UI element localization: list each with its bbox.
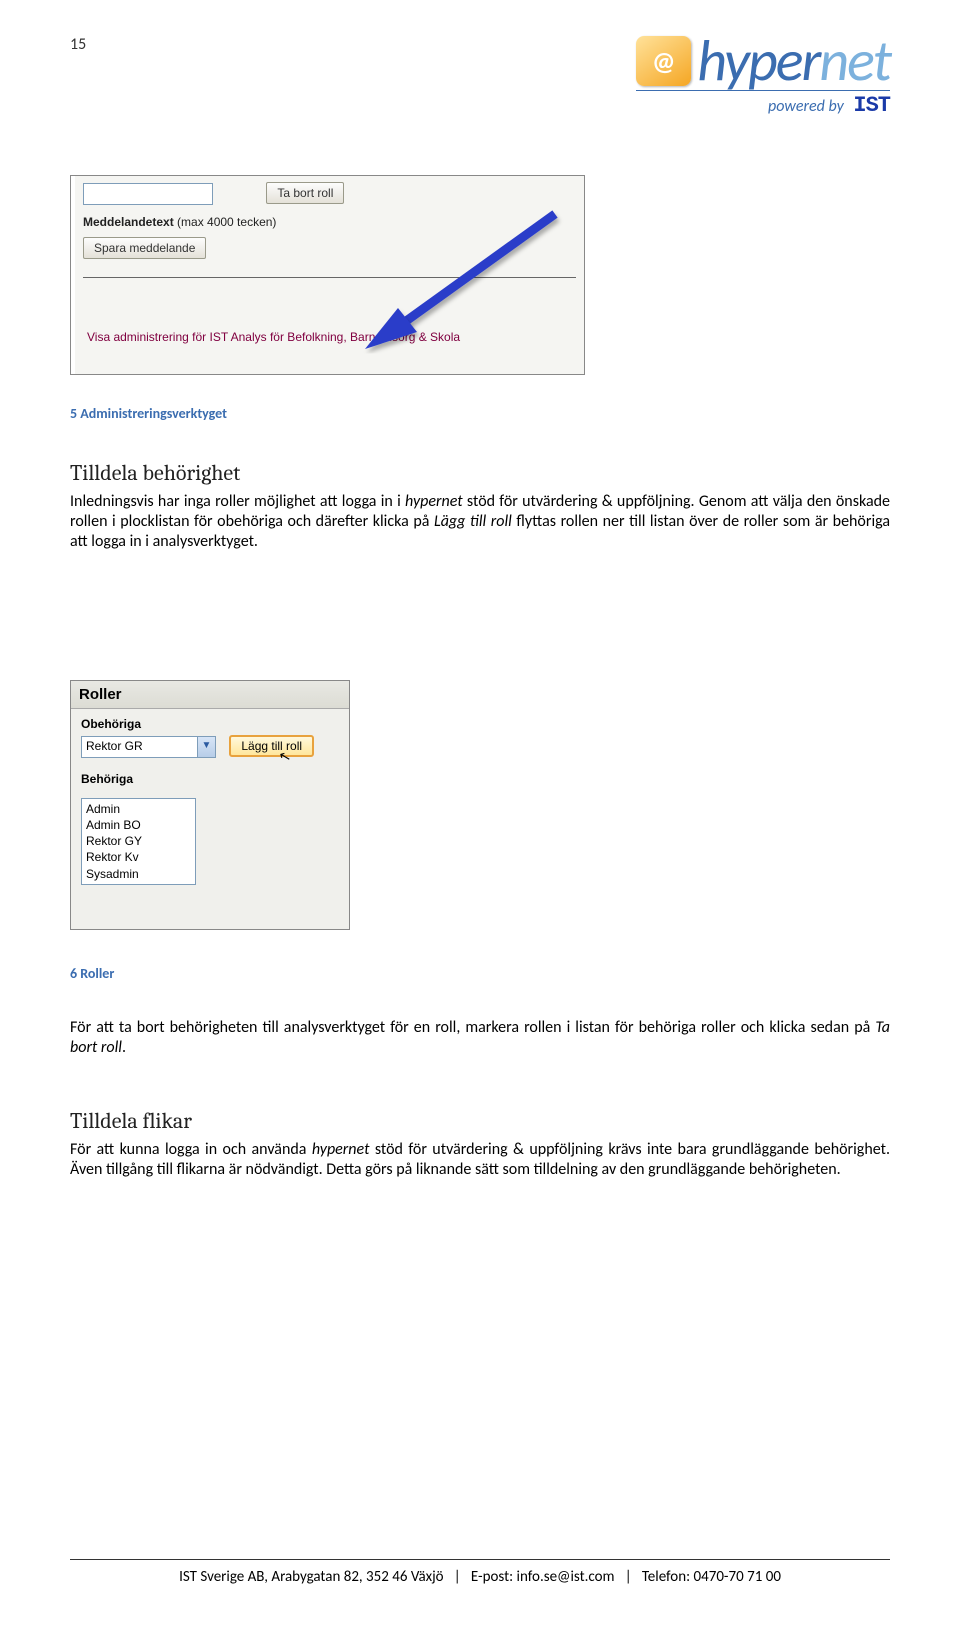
logo-suffix: net — [819, 25, 890, 96]
behoriga-label: Behöriga — [81, 772, 339, 786]
add-role-label: Lägg till roll — [241, 739, 302, 753]
remove-role-button[interactable]: Ta bort roll — [266, 182, 344, 204]
heading-flikar: Tilldela flikar — [70, 1108, 890, 1134]
p2-part1: För att ta bort behörigheten till analys… — [70, 1018, 875, 1037]
footer-email-label: E-post: — [471, 1568, 513, 1586]
role-select[interactable]: Rektor GR ▼ — [81, 736, 216, 758]
section-tilldela-flikar: Tilldela flikar För att kunna logga in o… — [70, 1108, 890, 1180]
screenshot-admin-tool: Ta bort roll Meddelandetext (max 4000 te… — [70, 175, 585, 375]
logo-at-icon: @ — [636, 36, 691, 86]
heading-behorighet: Tilldela behörighet — [70, 460, 890, 486]
role-select-value: Rektor GR — [86, 739, 143, 753]
screenshot-roller: Roller Obehöriga Rektor GR ▼ Lägg till r… — [70, 680, 350, 930]
footer-email: info.se@ist.com — [517, 1568, 615, 1586]
list-item[interactable]: Admin BO — [86, 817, 191, 833]
p1-part1: Inledningsvis har inga roller möjlighet … — [70, 492, 405, 511]
message-sub: (max 4000 tecken) — [177, 215, 276, 229]
paragraph-1: Inledningsvis har inga roller möjlighet … — [70, 492, 890, 552]
pointer-arrow-icon — [345, 214, 565, 364]
caption-6: 6 Roller — [70, 965, 114, 982]
add-role-button[interactable]: Lägg till roll ↖ — [229, 735, 314, 757]
page-number: 15 — [70, 35, 86, 54]
save-message-button[interactable]: Spara meddelande — [83, 237, 206, 259]
p3-part1: För att kunna logga in och använda — [70, 1140, 312, 1159]
caption-5: 5 Administreringsverktyget — [70, 405, 227, 422]
p1-em1: hypernet — [405, 492, 463, 511]
powered-label: powered by — [768, 97, 844, 116]
list-item[interactable]: Admin — [86, 801, 191, 817]
obehoriga-label: Obehöriga — [81, 717, 339, 731]
text-input-placeholder[interactable] — [83, 183, 213, 205]
footer-phone: 0470-70 71 00 — [694, 1568, 781, 1586]
behoriga-listbox[interactable]: Admin Admin BO Rektor GY Rektor Kv Sysad… — [81, 798, 196, 885]
row-remove-role: Ta bort roll — [83, 182, 576, 215]
roller-header: Roller — [71, 681, 349, 709]
header-logo: @ hypernet powered by IST — [636, 25, 890, 118]
p3-em: hypernet — [312, 1140, 370, 1159]
chevron-down-icon[interactable]: ▼ — [197, 737, 215, 757]
footer: IST Sverige AB, Arabygatan 82, 352 46 Vä… — [70, 1559, 890, 1586]
paragraph-2: För att ta bort behörigheten till analys… — [70, 1018, 890, 1058]
list-item[interactable]: Sysadmin — [86, 866, 191, 882]
list-item[interactable]: Rektor GY — [86, 833, 191, 849]
footer-phone-label: Telefon: — [642, 1568, 690, 1586]
footer-company: IST Sverige AB, Arabygatan 82, 352 46 Vä… — [179, 1568, 444, 1586]
p1-em2: Lägg till roll — [434, 512, 512, 531]
list-item[interactable]: Rektor Kv — [86, 849, 191, 865]
section-tilldela-behorighet: Tilldela behörighet Inledningsvis har in… — [70, 460, 890, 552]
ist-badge: IST — [853, 93, 890, 118]
message-label: Meddelandetext — [83, 215, 174, 229]
footer-sep: | — [454, 1568, 461, 1586]
section-remove-role: För att ta bort behörigheten till analys… — [70, 1018, 890, 1058]
footer-sep2: | — [625, 1568, 632, 1586]
logo-main: hyper — [697, 25, 819, 96]
logo-text: hypernet — [697, 25, 890, 96]
p2-end: . — [122, 1038, 126, 1057]
paragraph-3: För att kunna logga in och använda hyper… — [70, 1140, 890, 1180]
